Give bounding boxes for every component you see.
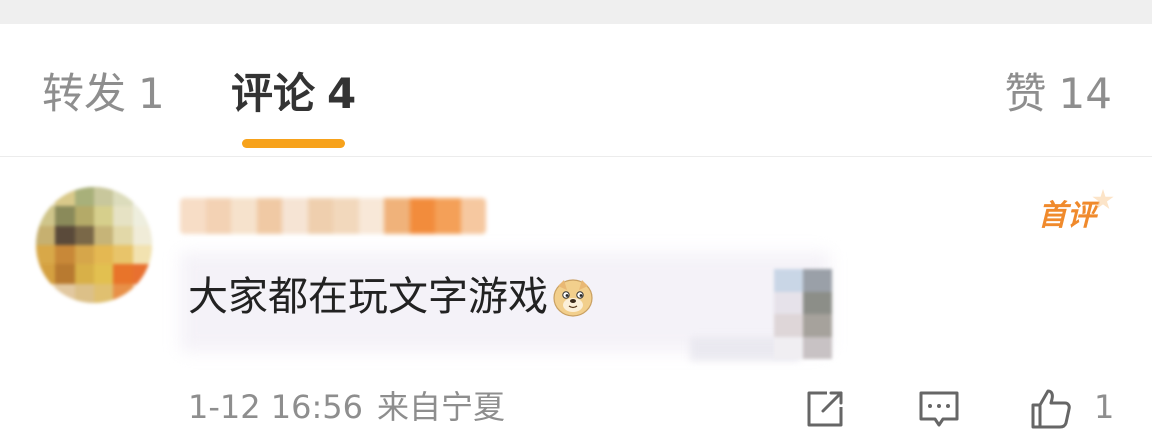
comment-content: 大家都在玩文字游戏 bbox=[188, 269, 594, 325]
tab-like-count: 14 bbox=[1058, 69, 1112, 118]
tab-like-label: 赞 bbox=[1004, 69, 1047, 118]
tab-repost-count: 1 bbox=[138, 69, 165, 118]
comment-actions: 1 bbox=[0, 383, 1152, 433]
username-blurred[interactable] bbox=[180, 198, 486, 234]
doge-emoji-icon bbox=[553, 279, 593, 317]
active-tab-indicator bbox=[242, 139, 345, 148]
tab-repost-label: 转发 bbox=[42, 69, 127, 118]
top-bar bbox=[0, 0, 1152, 24]
tab-repost[interactable]: 转发 1 bbox=[42, 68, 165, 120]
share-external-icon[interactable] bbox=[803, 387, 847, 431]
tab-bar: 转发 1 评论 4 赞 14 bbox=[0, 24, 1152, 157]
tab-like[interactable]: 赞 14 bbox=[1005, 68, 1112, 120]
blurred-thumbnail bbox=[774, 269, 832, 359]
thumbs-up-icon[interactable] bbox=[1029, 387, 1073, 431]
comment-item: 首评 大家都在玩文字游戏 1-12 16:56 来自宁夏 1 bbox=[0, 157, 1152, 447]
tab-comment[interactable]: 评论 4 bbox=[231, 68, 356, 120]
reply-comment-icon[interactable] bbox=[917, 387, 961, 431]
tab-comment-label: 评论 bbox=[231, 69, 316, 118]
like-count: 1 bbox=[1094, 388, 1115, 426]
avatar[interactable] bbox=[36, 187, 152, 303]
comment-text: 大家都在玩文字游戏 bbox=[188, 274, 548, 320]
tab-comment-count: 4 bbox=[327, 69, 357, 118]
first-comment-badge: 首评 bbox=[1037, 198, 1096, 232]
